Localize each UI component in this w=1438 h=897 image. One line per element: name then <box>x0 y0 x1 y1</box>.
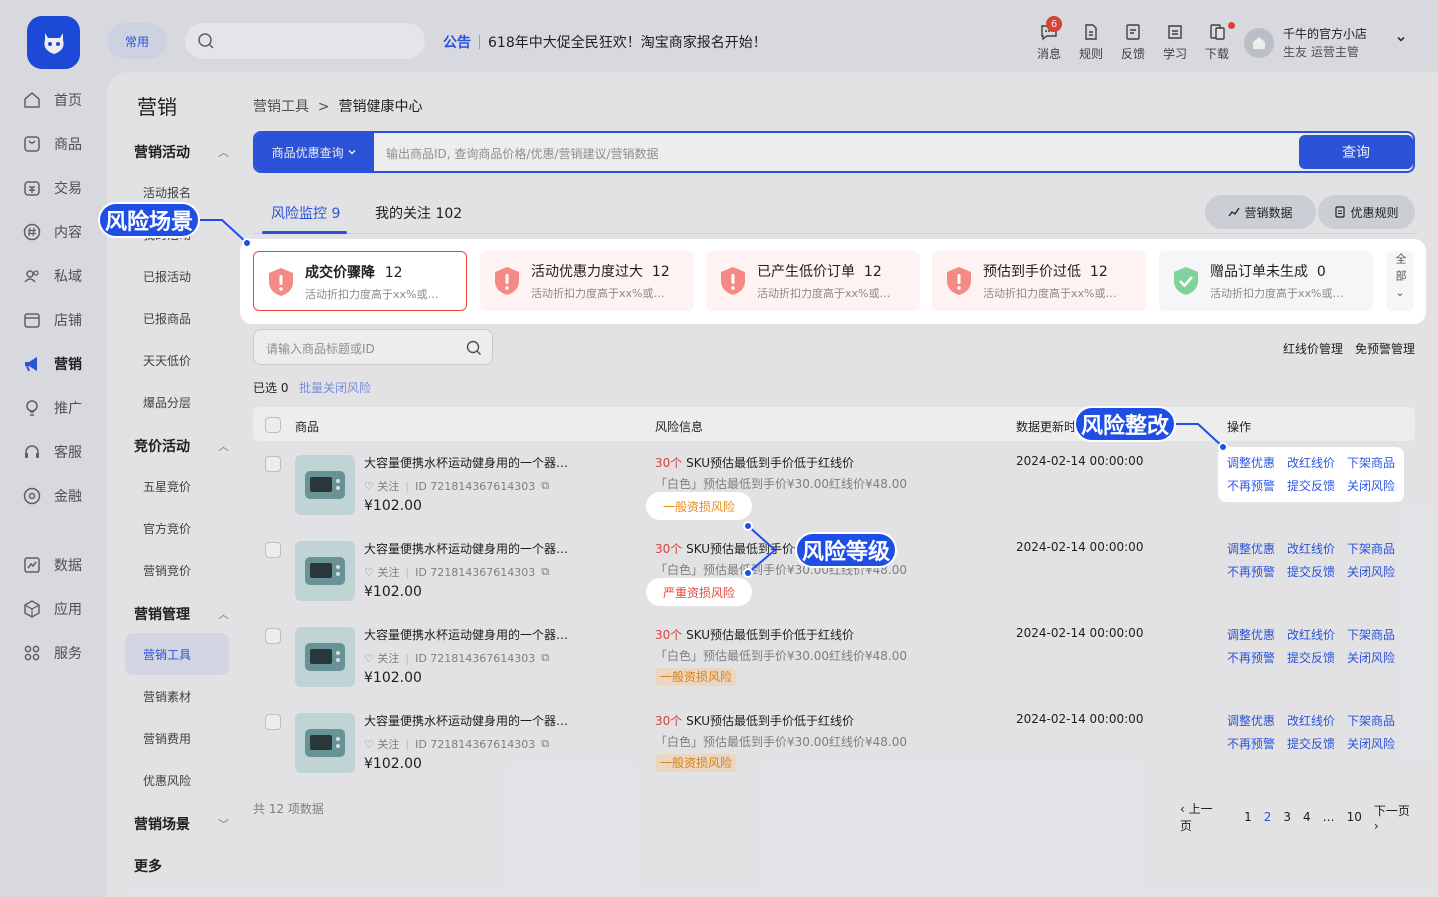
callout-risk-scene: 风险场景 <box>98 202 200 238</box>
connector-dot <box>1218 442 1228 452</box>
connector-dot <box>743 521 753 531</box>
connector-dot <box>242 238 252 248</box>
callout-risk-level: 风险等级 <box>795 532 897 568</box>
callout-risk-rectify: 风险整改 <box>1074 406 1176 442</box>
connector-dot <box>743 568 753 578</box>
